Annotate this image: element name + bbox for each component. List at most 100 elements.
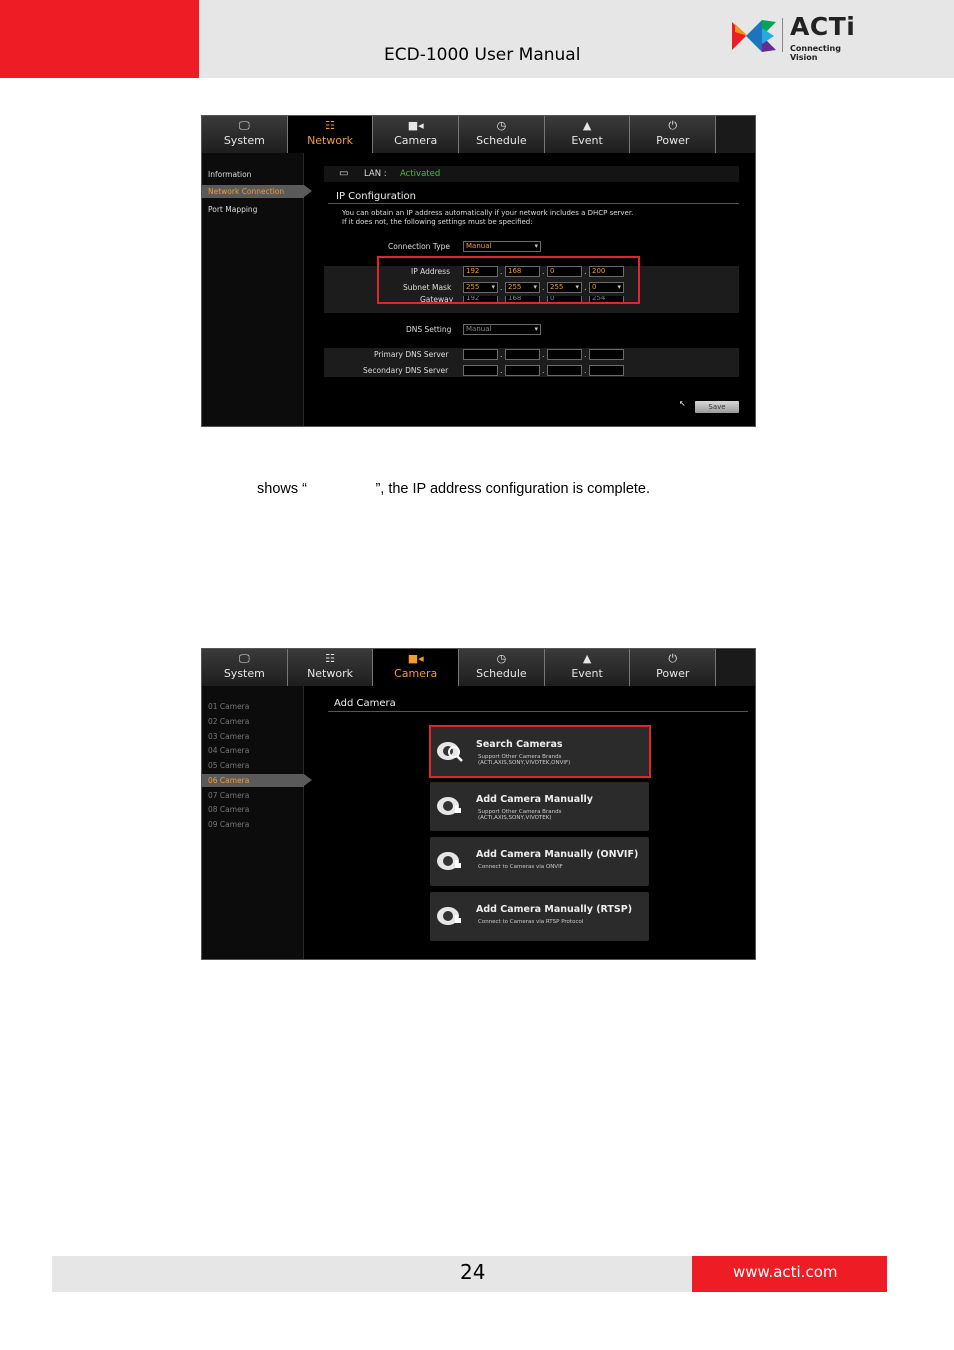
sidebar-item-camera[interactable]: 03 Camera bbox=[202, 730, 304, 743]
secondary-dns-octet-1[interactable] bbox=[463, 365, 498, 376]
tab-label: Network bbox=[307, 134, 353, 147]
tab-event[interactable]: ▲ Event bbox=[544, 649, 631, 686]
tab-system[interactable]: 🖵 System bbox=[202, 116, 288, 153]
tab-label: Schedule bbox=[476, 667, 527, 680]
add-camera-onvif-option[interactable]: Add Camera Manually (ONVIF) Connect to C… bbox=[430, 837, 649, 886]
dns-setting-label: DNS Setting bbox=[406, 325, 452, 334]
tab-event[interactable]: ▲ Event bbox=[544, 116, 631, 153]
manual-title: ECD-1000 User Manual bbox=[384, 45, 581, 65]
power-icon: ⏻ bbox=[668, 652, 678, 665]
sidebar-item-camera[interactable]: 04 Camera bbox=[202, 744, 304, 757]
option-title: Add Camera Manually (RTSP) bbox=[476, 904, 633, 915]
sidebar-item-camera[interactable]: 02 Camera bbox=[202, 715, 304, 728]
primary-dns-octet-2[interactable] bbox=[505, 349, 540, 360]
tab-power[interactable]: ⏻ Power bbox=[630, 116, 717, 153]
instruction-text: shows “ ”, the IP address configuration … bbox=[257, 481, 651, 497]
tab-label: Camera bbox=[394, 667, 438, 680]
sidebar-item-camera-selected[interactable]: 06 Camera bbox=[202, 774, 312, 787]
dot-separator: . bbox=[500, 350, 503, 359]
tab-label: Power bbox=[656, 134, 690, 147]
sidebar-item-camera[interactable]: 01 Camera bbox=[202, 700, 304, 713]
network-body: Information Network Connection Port Mapp… bbox=[202, 153, 755, 426]
secondary-dns-octet-3[interactable] bbox=[547, 365, 582, 376]
camera-icon: ■◂ bbox=[407, 119, 424, 132]
tab-schedule[interactable]: ◷ Schedule bbox=[459, 116, 545, 153]
connection-type-select[interactable]: Manual bbox=[463, 241, 541, 252]
sidebar-item-camera[interactable]: 07 Camera bbox=[202, 789, 304, 802]
sidebar-item-camera[interactable]: 05 Camera bbox=[202, 759, 304, 772]
warning-icon: ▲ bbox=[582, 652, 592, 665]
tab-schedule[interactable]: ◷ Schedule bbox=[459, 649, 545, 686]
clock-icon: ◷ bbox=[496, 119, 507, 132]
lan-status: Activated bbox=[400, 169, 441, 179]
mouse-cursor-icon: ↖ bbox=[679, 399, 686, 408]
network-icon: ☷ bbox=[325, 652, 335, 665]
primary-dns-octet-4[interactable] bbox=[589, 349, 624, 360]
highlight-ip-subnet-box bbox=[377, 256, 640, 304]
primary-dns-octet-1[interactable] bbox=[463, 349, 498, 360]
tab-camera[interactable]: ■◂ Camera bbox=[373, 116, 460, 153]
add-camera-rtsp-option[interactable]: Add Camera Manually (RTSP) Connect to Ca… bbox=[430, 892, 649, 941]
dns-setting-select[interactable]: Manual bbox=[463, 324, 541, 335]
tab-label: System bbox=[223, 134, 265, 147]
logo-tagline: Connecting Vision bbox=[790, 44, 841, 62]
footer-url[interactable]: www.acti.com bbox=[733, 1263, 838, 1281]
camera-icon: ■◂ bbox=[407, 652, 424, 665]
option-subtitle-1: Connect to Cameras via ONVIF bbox=[478, 864, 563, 870]
header-red-block bbox=[0, 0, 199, 78]
tab-label: Camera bbox=[394, 134, 438, 147]
section-title: IP Configuration bbox=[336, 191, 416, 202]
tab-label: Power bbox=[656, 667, 690, 680]
option-title: Add Camera Manually (ONVIF) bbox=[476, 849, 639, 860]
camera-body: 01 Camera 02 Camera 03 Camera 04 Camera … bbox=[202, 686, 755, 959]
dot-separator: . bbox=[584, 350, 587, 359]
tab-system[interactable]: 🖵 System bbox=[202, 649, 288, 686]
tab-network[interactable]: ☷ Network bbox=[287, 116, 374, 153]
connection-type-label: Connection Type bbox=[388, 242, 451, 251]
clock-icon: ◷ bbox=[496, 652, 507, 665]
secondary-dns-octet-2[interactable] bbox=[505, 365, 540, 376]
tab-network[interactable]: ☷ Network bbox=[287, 649, 374, 686]
camera-settings-screenshot: 🖵 System ☷ Network ■◂ Camera ◷ Schedule … bbox=[201, 648, 756, 960]
sidebar-item-information[interactable]: Information bbox=[202, 168, 304, 181]
warning-icon: ▲ bbox=[582, 119, 592, 132]
sidebar-item-network-connection[interactable]: Network Connection bbox=[202, 185, 312, 198]
tab-label: Schedule bbox=[476, 134, 527, 147]
add-camera-title: Add Camera bbox=[334, 698, 396, 709]
secondary-dns-label: Secondary DNS Server bbox=[363, 366, 449, 375]
lan-label: LAN : bbox=[364, 169, 387, 179]
tab-power[interactable]: ⏻ Power bbox=[630, 649, 717, 686]
dot-separator: . bbox=[542, 366, 545, 375]
camera-dome-icon bbox=[437, 907, 461, 925]
option-subtitle-1: Connect to Cameras via RTSP Protocol bbox=[478, 919, 584, 925]
primary-dns-label: Primary DNS Server bbox=[374, 350, 449, 359]
close-area: ✕ bbox=[716, 116, 755, 153]
save-button[interactable]: Save bbox=[695, 401, 739, 413]
power-icon: ⏻ bbox=[668, 119, 678, 132]
close-area: ✕ bbox=[716, 649, 755, 686]
option-subtitle-2: (ACTi,AXIS,SONY,VIVOTEK) bbox=[478, 815, 552, 821]
network-icon: ☷ bbox=[325, 119, 335, 132]
acti-logo-icon bbox=[732, 20, 776, 52]
sidebar-item-port-mapping[interactable]: Port Mapping bbox=[202, 203, 304, 216]
section-divider bbox=[328, 203, 739, 204]
page-number: 24 bbox=[460, 1260, 486, 1284]
secondary-dns-octet-4[interactable] bbox=[589, 365, 624, 376]
logo-name: ACTi bbox=[790, 12, 856, 41]
sidebar-item-camera[interactable]: 08 Camera bbox=[202, 803, 304, 816]
dot-separator: . bbox=[542, 350, 545, 359]
tab-camera[interactable]: ■◂ Camera bbox=[373, 649, 460, 686]
dot-separator: . bbox=[500, 366, 503, 375]
primary-dns-octet-3[interactable] bbox=[547, 349, 582, 360]
monitor-icon: 🖵 bbox=[239, 119, 250, 132]
sidebar-item-camera[interactable]: 09 Camera bbox=[202, 818, 304, 831]
tab-label: Event bbox=[571, 667, 603, 680]
add-camera-manually-option[interactable]: Add Camera Manually Support Other Camera… bbox=[430, 782, 649, 831]
lan-monitor-icon: ▭ bbox=[339, 168, 349, 179]
logo-separator bbox=[782, 18, 783, 52]
camera-dome-icon bbox=[437, 852, 461, 870]
section-divider bbox=[328, 711, 748, 712]
description-line-1: You can obtain an IP address automatical… bbox=[342, 209, 634, 217]
monitor-icon: 🖵 bbox=[239, 652, 250, 665]
tab-bar: 🖵 System ☷ Network ■◂ Camera ◷ Schedule … bbox=[202, 116, 755, 153]
